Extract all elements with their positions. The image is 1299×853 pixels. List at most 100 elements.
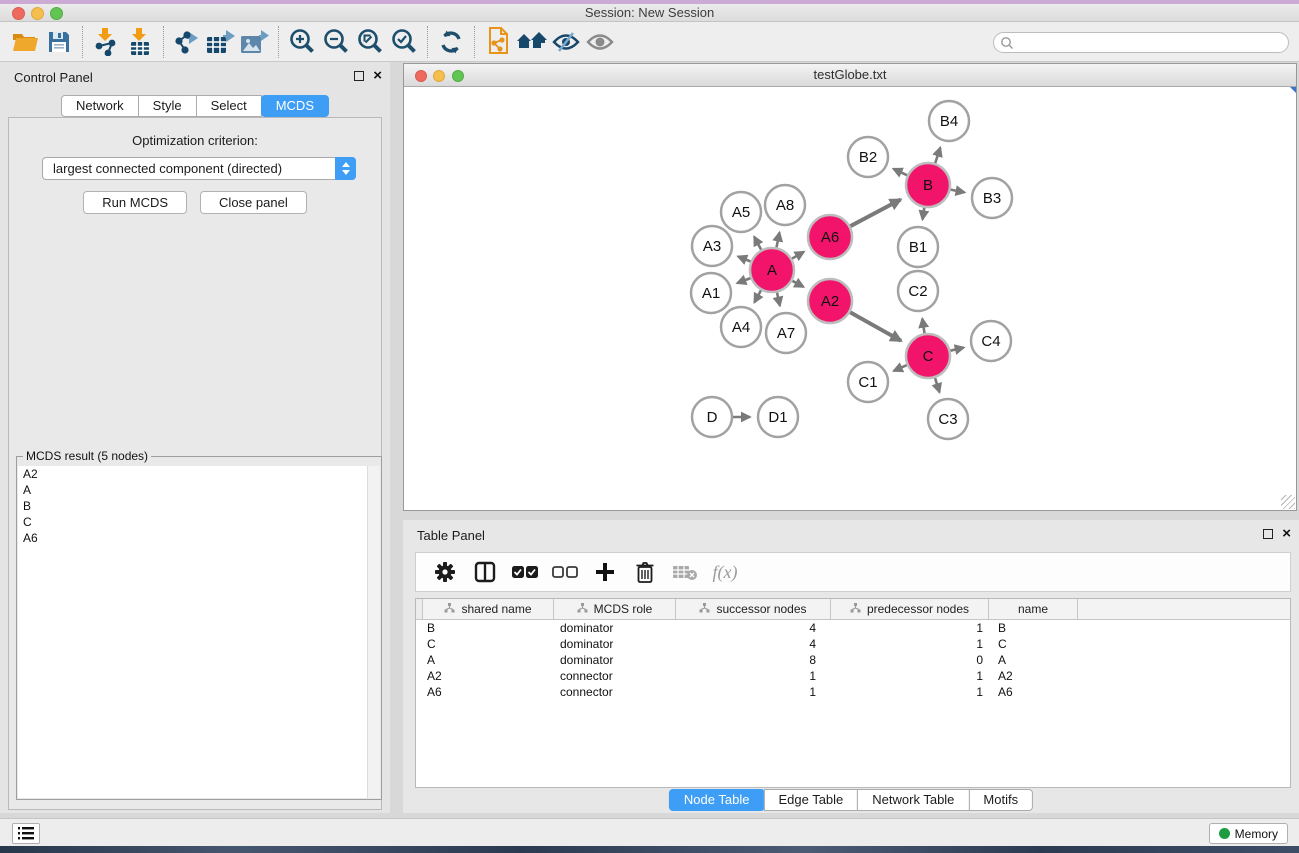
table-row[interactable]: A2connector11A2 [416,668,1290,684]
column-header-predecessor-nodes[interactable]: predecessor nodes [831,599,989,619]
document-share-button[interactable] [481,26,515,58]
zoom-fit-button[interactable] [353,26,387,58]
column-header-name[interactable]: name [989,599,1078,619]
tab-style[interactable]: Style [138,95,197,117]
edge-A-A8[interactable] [777,233,780,248]
column-header-label: MCDS role [594,602,653,616]
export-table-button[interactable] [204,26,238,58]
eye-slash-button[interactable] [549,26,583,58]
column-type-icon [699,602,710,616]
table-settings-button[interactable] [432,559,458,585]
scrollbar[interactable] [367,466,380,798]
edge-B-B1[interactable] [923,208,925,220]
table-row[interactable]: Cdominator41C [416,636,1290,652]
table-row[interactable]: A6connector11A6 [416,684,1290,700]
run-mcds-button[interactable]: Run MCDS [83,191,187,214]
column-header-successor-nodes[interactable]: successor nodes [676,599,831,619]
node-label-B1: B1 [909,239,927,256]
edge-A6-B[interactable] [850,200,900,227]
export-image-button[interactable] [238,26,272,58]
node-label-A2: A2 [821,293,839,310]
edge-A2-C[interactable] [850,312,901,341]
memory-button[interactable]: Memory [1209,823,1288,844]
mcds-result-item[interactable]: B [18,498,380,514]
split-columns-button[interactable] [472,559,498,585]
zoom-traffic-light[interactable] [452,70,464,82]
edge-C-C1[interactable] [894,365,907,371]
eye-button[interactable] [583,26,617,58]
tab-network-table[interactable]: Network Table [857,789,969,811]
optimization-criterion-select[interactable]: largest connected component (directed) [42,157,356,180]
mcds-result-list[interactable]: A2ABCA6 [18,466,380,798]
table-row[interactable]: Bdominator41B [416,620,1290,636]
zoom-out-button[interactable] [319,26,353,58]
task-history-button[interactable] [12,823,40,844]
tab-node-table[interactable]: Node Table [669,789,765,811]
delete-table-button[interactable] [672,559,698,585]
tab-select[interactable]: Select [196,95,262,117]
open-session-button[interactable] [8,26,42,58]
import-table-button[interactable] [123,26,157,58]
edge-A-A3[interactable] [738,256,751,261]
close-panel-icon[interactable]: × [1282,529,1291,539]
column-header-MCDS-role[interactable]: MCDS role [554,599,676,619]
tab-mcds[interactable]: MCDS [261,95,329,117]
deselect-all-button[interactable] [552,559,578,585]
node-label-D: D [707,409,718,426]
function-builder-button[interactable]: f(x) [712,559,738,585]
edge-C-C3[interactable] [935,378,940,392]
refresh-layout-button[interactable] [434,26,468,58]
mcds-result-item[interactable]: C [18,514,380,530]
tab-network[interactable]: Network [61,95,139,117]
column-header-label: successor nodes [716,602,806,616]
mcds-result-item[interactable]: A [18,482,380,498]
close-panel-button[interactable]: Close panel [200,191,307,214]
network-canvas[interactable]: B4B2BB3A8A5A6A3B1AC2A1A2A4A7C4CC1DD1C3 [404,87,1296,510]
resize-grip[interactable] [1281,495,1295,509]
edge-A-A1[interactable] [737,278,750,283]
float-panel-icon[interactable] [1263,529,1273,539]
close-traffic-light[interactable] [415,70,427,82]
window-titlebar[interactable]: Session: New Session [0,4,1299,22]
edge-C-C4[interactable] [950,348,963,351]
edge-B-B3[interactable] [951,190,965,193]
delete-column-button[interactable] [632,559,658,585]
tab-edge-table[interactable]: Edge Table [763,789,858,811]
close-panel-icon[interactable]: × [373,71,382,81]
zoom-in-button[interactable] [285,26,319,58]
double-house-button[interactable] [515,26,549,58]
node-label-A1: A1 [702,285,720,302]
edge-A-A7[interactable] [777,293,780,306]
table-cell: 4 [676,636,831,652]
edge-A-A5[interactable] [754,237,761,250]
add-column-button[interactable] [592,559,618,585]
edge-C-C2[interactable] [922,319,924,334]
float-panel-icon[interactable] [354,71,364,81]
mcds-result-item[interactable]: A2 [18,466,380,482]
search-input[interactable] [1014,36,1288,50]
column-header-shared-name[interactable]: shared name [423,599,554,619]
zoom-selected-button[interactable] [387,26,421,58]
network-window-titlebar[interactable]: testGlobe.txt [404,64,1296,87]
minimize-traffic-light[interactable] [31,7,44,20]
save-session-button[interactable] [42,26,76,58]
edge-A-A6[interactable] [792,252,804,259]
mcds-result-item[interactable]: A6 [18,530,380,546]
table-panel-tabs: Node TableEdge TableNetwork TableMotifs [669,789,1033,811]
table-row[interactable]: Adominator80A [416,652,1290,668]
network-graph[interactable]: B4B2BB3A8A5A6A3B1AC2A1A2A4A7C4CC1DD1C3 [404,87,1296,510]
close-traffic-light[interactable] [12,7,25,20]
minimize-traffic-light[interactable] [433,70,445,82]
edge-A-A2[interactable] [792,281,803,287]
edge-B-B2[interactable] [893,169,907,176]
tab-motifs[interactable]: Motifs [968,789,1033,811]
select-all-button[interactable] [512,559,538,585]
table-cell: 4 [676,620,831,636]
node-table[interactable]: shared name MCDS role successor nodes prede… [415,598,1291,788]
import-network-button[interactable] [89,26,123,58]
edge-B-B4[interactable] [935,148,940,164]
table-cell: 1 [831,620,989,636]
zoom-traffic-light[interactable] [50,7,63,20]
edge-A-A4[interactable] [754,290,761,302]
export-network-button[interactable] [170,26,204,58]
